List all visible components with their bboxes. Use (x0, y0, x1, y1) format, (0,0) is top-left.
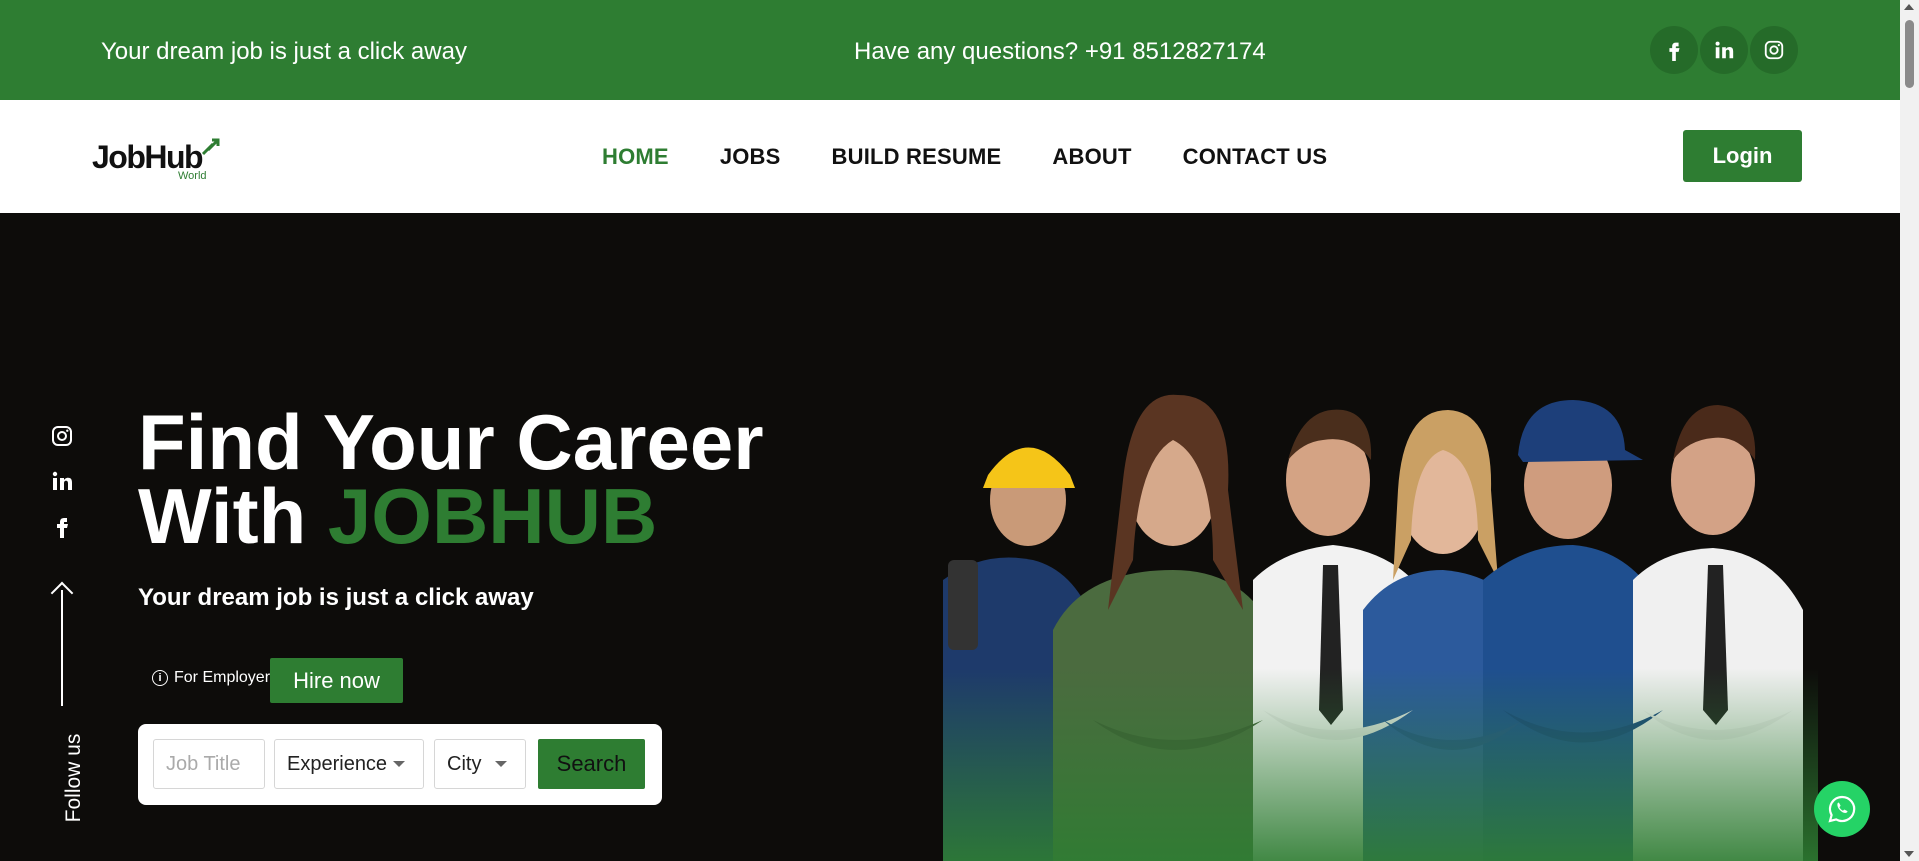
follow-line (61, 590, 63, 706)
whatsapp-chat-button[interactable] (1814, 781, 1870, 837)
hire-now-button[interactable]: Hire now (270, 658, 403, 703)
top-bar: Your dream job is just a click away Have… (0, 0, 1900, 100)
info-icon: i (152, 670, 168, 686)
whatsapp-icon (1828, 795, 1856, 823)
main-nav: HOME JOBS BUILD RESUME ABOUT CONTACT US (602, 144, 1327, 170)
top-social-links (1650, 26, 1798, 74)
nav-jobs[interactable]: JOBS (720, 144, 781, 170)
hero-title-brand: JOBHUB (327, 472, 658, 560)
scrollbar-thumb[interactable] (1905, 20, 1914, 88)
nav-about[interactable]: ABOUT (1052, 144, 1131, 170)
jobhub-logo[interactable]: JobHub World (92, 136, 232, 182)
city-select[interactable]: City (434, 739, 526, 789)
instagram-icon[interactable] (1750, 26, 1798, 74)
for-employer: i For Employer (152, 669, 270, 687)
linkedin-icon[interactable] (50, 469, 74, 493)
for-employer-label: For Employer (174, 669, 271, 686)
instagram-icon[interactable] (50, 424, 74, 448)
page-scrollbar[interactable] (1900, 0, 1919, 861)
contact-phone: Have any questions? +91 8512827174 (854, 38, 1266, 65)
city-value: City (447, 752, 482, 775)
nav-build-resume[interactable]: BUILD RESUME (832, 144, 1002, 170)
hero-people-image (943, 380, 1818, 861)
job-search-form: Job Title Experience City Search (138, 724, 662, 805)
follow-us-label: Follow us (62, 733, 85, 823)
svg-text:World: World (178, 170, 207, 182)
job-title-input[interactable]: Job Title (153, 739, 265, 789)
nav-home[interactable]: HOME (602, 144, 669, 170)
search-button[interactable]: Search (538, 739, 645, 789)
top-tagline: Your dream job is just a click away (101, 38, 467, 65)
chevron-down-icon (393, 761, 406, 767)
login-button[interactable]: Login (1683, 130, 1802, 182)
chevron-down-icon (495, 761, 508, 767)
hero-title: Find Your Career With JOBHUB (138, 398, 764, 555)
linkedin-icon[interactable] (1700, 26, 1748, 74)
hero-title-line2: With JOBHUB (138, 477, 764, 555)
experience-select[interactable]: Experience (274, 739, 424, 789)
hero-title-prefix: With (138, 472, 328, 560)
nav-contact-us[interactable]: CONTACT US (1183, 144, 1328, 170)
facebook-icon[interactable] (1650, 26, 1698, 74)
main-header: JobHub World HOME JOBS BUILD RESUME ABOU… (0, 100, 1900, 213)
hero-title-line1: Find Your Career (138, 398, 764, 486)
scroll-down-icon[interactable] (1904, 851, 1914, 857)
scroll-up-icon[interactable] (1904, 4, 1914, 10)
experience-value: Experience (287, 752, 388, 775)
facebook-icon[interactable] (50, 514, 74, 538)
hero-subtitle: Your dream job is just a click away (138, 584, 534, 611)
